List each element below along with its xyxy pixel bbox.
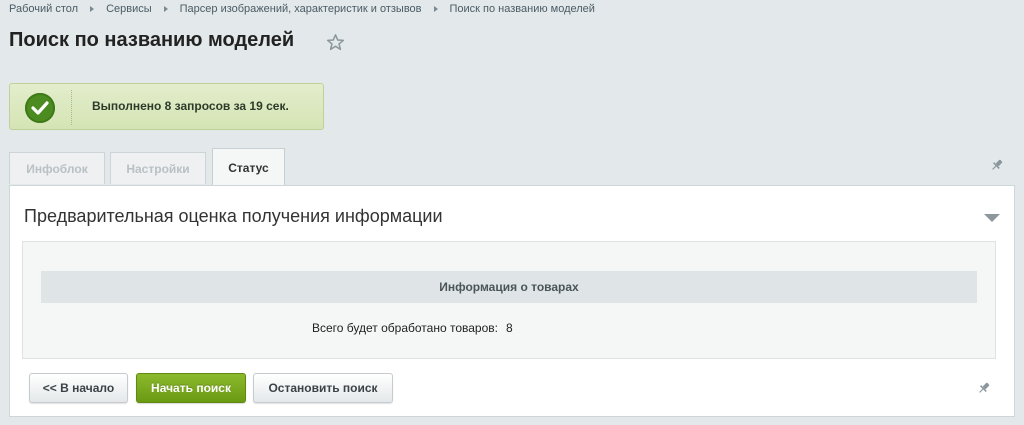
section-title: Предварительная оценка получения информа… [24, 206, 443, 226]
breadcrumb-item-services[interactable]: Сервисы [106, 3, 152, 15]
favorite-star-icon[interactable] [326, 33, 345, 52]
total-row: Всего будет обработано товаров: 8 [312, 321, 513, 335]
breadcrumb-separator-icon [90, 6, 95, 12]
info-header: Информация о товарах [41, 271, 977, 303]
status-panel: Предварительная оценка получения информа… [9, 185, 1015, 417]
tab-settings[interactable]: Настройки [110, 152, 206, 184]
tab-infoblock[interactable]: Инфоблок [9, 152, 105, 184]
tab-status[interactable]: Статус [212, 148, 285, 186]
back-to-start-button[interactable]: << В начало [29, 373, 128, 403]
success-notice: Выполнено 8 запросов за 19 сек. [9, 83, 324, 130]
pin-icon[interactable] [990, 158, 1004, 172]
collapse-arrow-icon[interactable] [984, 214, 1000, 222]
breadcrumb-separator-icon [433, 6, 438, 12]
page-title: Поиск по названию моделей [9, 29, 295, 51]
breadcrumb: Рабочий стол Сервисы Парсер изображений,… [9, 1, 595, 17]
stop-search-button[interactable]: Остановить поиск [253, 373, 393, 403]
breadcrumb-separator-icon [163, 6, 168, 12]
notice-message: Выполнено 8 запросов за 19 сек. [92, 99, 289, 113]
total-label: Всего будет обработано товаров: [312, 321, 498, 335]
breadcrumb-item-parser[interactable]: Парсер изображений, характеристик и отзы… [180, 3, 422, 15]
breadcrumb-item-current[interactable]: Поиск по названию моделей [450, 3, 595, 15]
success-check-icon [25, 93, 55, 123]
info-box: Информация о товарах Всего будет обработ… [22, 241, 996, 359]
notice-divider [71, 90, 72, 125]
pin-icon[interactable] [977, 381, 991, 395]
breadcrumb-item-desktop[interactable]: Рабочий стол [9, 3, 78, 15]
total-value: 8 [505, 321, 513, 335]
start-search-button[interactable]: Начать поиск [136, 373, 246, 403]
